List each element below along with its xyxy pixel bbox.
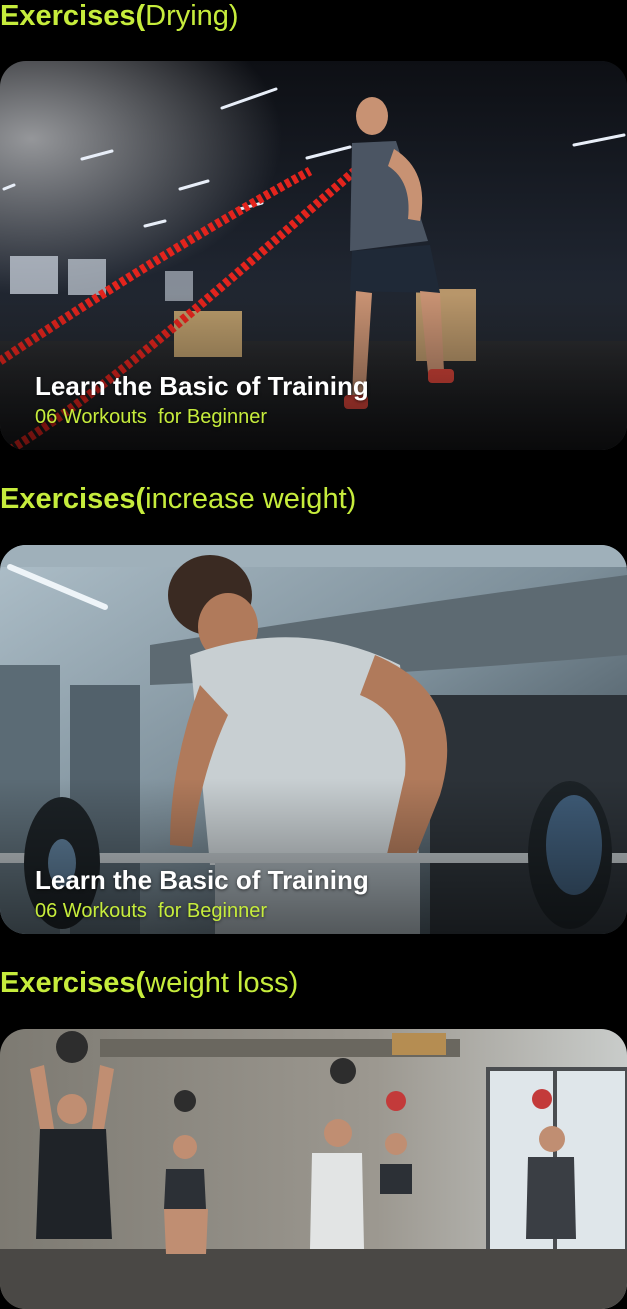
section-title-suffix: weight loss) <box>145 967 299 999</box>
medicine-ball-group-photo <box>0 1029 627 1309</box>
section-title-prefix: Exercises( <box>0 483 146 515</box>
card-subtitle: 06 Workouts for Beginner <box>35 406 267 428</box>
section-title-prefix: Exercises( <box>0 0 146 32</box>
section-title-prefix: Exercises( <box>0 967 146 999</box>
card-title: Learn the Basic of Training <box>35 865 369 895</box>
workout-card-increase-weight[interactable]: Learn the Basic of Training 06 Workouts … <box>0 545 627 934</box>
section-title-drying: Exercises(Drying) <box>0 0 239 33</box>
section-title-weight-loss: Exercises(weight loss) <box>0 966 298 1000</box>
section-title-increase-weight: Exercises(increase weight) <box>0 482 356 516</box>
workout-card-weight-loss[interactable] <box>0 1029 627 1309</box>
section-title-suffix: Drying) <box>145 0 239 32</box>
card-title: Learn the Basic of Training <box>35 371 369 401</box>
card-subtitle: 06 Workouts for Beginner <box>35 900 267 922</box>
section-title-suffix: increase weight) <box>145 483 357 515</box>
workout-card-drying[interactable]: Learn the Basic of Training 06 Workouts … <box>0 61 627 450</box>
